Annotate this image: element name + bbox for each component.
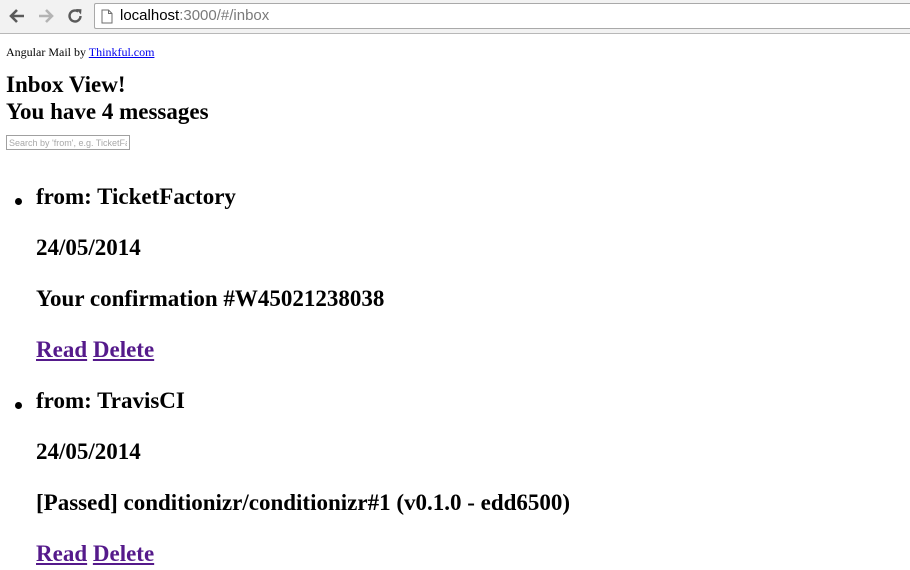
page-title: Inbox View! xyxy=(6,72,126,97)
page-content: Angular Mail by Thinkful.com Inbox View!… xyxy=(6,38,906,566)
message-date: 24/05/2014 xyxy=(36,235,141,260)
read-link[interactable]: Read xyxy=(36,337,87,362)
delete-link[interactable]: Delete xyxy=(93,541,154,566)
search-input[interactable] xyxy=(6,135,130,150)
list-item: from: TicketFactory 24/05/2014 Your conf… xyxy=(6,183,570,363)
url-text: localhost:3000/#/inbox xyxy=(120,4,269,28)
back-button[interactable] xyxy=(6,5,28,27)
brand-prefix: Angular Mail by xyxy=(6,45,89,59)
bullet-icon xyxy=(15,198,22,205)
message-subject: Your confirmation #W45021238038 xyxy=(36,286,385,311)
url-path: :3000/#/inbox xyxy=(179,7,270,24)
address-bar[interactable]: localhost:3000/#/inbox xyxy=(94,3,910,29)
message-from: from: TravisCI xyxy=(36,388,185,413)
list-item: from: TravisCI 24/05/2014 [Passed] condi… xyxy=(6,387,570,567)
arrow-right-icon xyxy=(39,9,54,23)
brand-line: Angular Mail by Thinkful.com xyxy=(6,45,906,59)
arrow-left-icon xyxy=(9,9,24,23)
page-icon xyxy=(101,9,113,24)
read-link[interactable]: Read xyxy=(36,541,87,566)
message-date: 24/05/2014 xyxy=(36,439,141,464)
delete-link[interactable]: Delete xyxy=(93,337,154,362)
bullet-icon xyxy=(15,402,22,409)
message-from: from: TicketFactory xyxy=(36,184,236,209)
message-actions: Read Delete xyxy=(36,540,570,567)
message-actions: Read Delete xyxy=(36,336,570,363)
message-list: from: TicketFactory 24/05/2014 Your conf… xyxy=(6,183,570,570)
browser-toolbar: localhost:3000/#/inbox xyxy=(0,0,910,34)
message-count: You have 4 messages xyxy=(6,99,209,124)
reload-icon xyxy=(68,9,82,23)
forward-button[interactable] xyxy=(35,5,57,27)
thinkful-link[interactable]: Thinkful.com xyxy=(89,45,155,59)
message-subject: [Passed] conditionizr/conditionizr#1 (v0… xyxy=(36,490,571,515)
url-host: localhost xyxy=(120,7,180,24)
reload-button[interactable] xyxy=(64,5,86,27)
